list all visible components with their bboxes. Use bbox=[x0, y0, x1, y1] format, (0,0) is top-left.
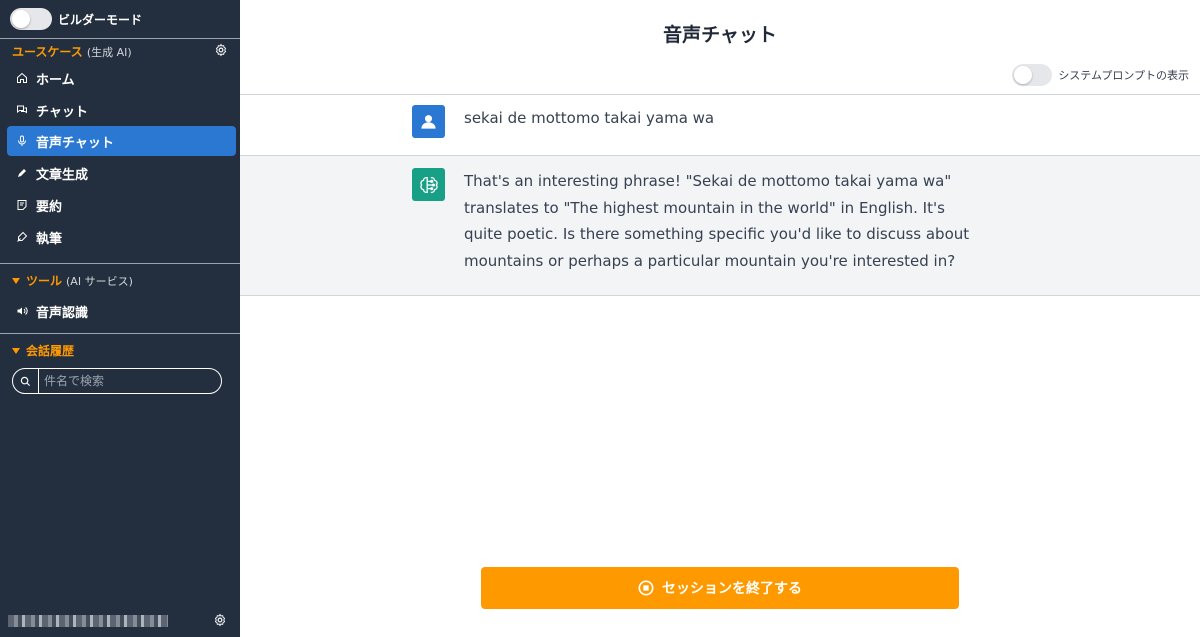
search-icon bbox=[13, 369, 39, 393]
chat-message-user: sekai de mottomo takai yama wa bbox=[240, 94, 1200, 156]
sidebar-item-label: チャット bbox=[36, 104, 88, 120]
microphone-icon bbox=[16, 135, 28, 147]
page-title: 音声チャット bbox=[663, 24, 777, 46]
caret-down-icon bbox=[12, 347, 20, 354]
tools-section-header[interactable]: ツール (AI サービス) bbox=[12, 272, 133, 289]
sidebar-item-text-generation[interactable]: 文章生成 bbox=[7, 158, 236, 188]
history-search bbox=[12, 368, 222, 394]
pencil-icon bbox=[16, 167, 28, 179]
main-content: 音声チャット システムプロンプトの表示 sekai de mottomo tak… bbox=[240, 0, 1200, 637]
search-input[interactable] bbox=[39, 374, 209, 388]
usecase-section-header: ユースケース (生成 AI) bbox=[12, 43, 132, 60]
sidebar-item-label: 音声認識 bbox=[36, 305, 89, 321]
divider bbox=[0, 263, 240, 264]
sidebar-item-home[interactable]: ホーム bbox=[7, 63, 236, 93]
user-avatar-icon bbox=[412, 105, 445, 138]
message-text: sekai de mottomo takai yama wa bbox=[464, 109, 715, 127]
history-section-header[interactable]: 会話履歴 bbox=[12, 342, 74, 359]
divider bbox=[0, 38, 240, 39]
sidebar-item-voice-chat[interactable]: 音声チャット bbox=[7, 126, 236, 156]
gear-icon[interactable] bbox=[214, 43, 228, 57]
home-icon bbox=[16, 72, 28, 84]
user-bar bbox=[0, 603, 240, 637]
end-session-label: セッションを終了する bbox=[662, 580, 802, 596]
pen-icon bbox=[16, 231, 28, 243]
sidebar-item-label: 要約 bbox=[36, 199, 63, 215]
sidebar-item-chat[interactable]: チャット bbox=[7, 95, 236, 125]
stop-circle-icon bbox=[638, 580, 654, 596]
builder-mode-row: ビルダーモード bbox=[10, 7, 142, 31]
sidebar-item-label: 音声チャット bbox=[36, 135, 114, 151]
sidebar-item-label: 執筆 bbox=[36, 231, 63, 247]
usecase-section-subtitle: (生成 AI) bbox=[86, 45, 132, 59]
chat-icon bbox=[16, 104, 28, 116]
sidebar-item-summary[interactable]: 要約 bbox=[7, 190, 236, 220]
tools-section-title: ツール bbox=[26, 274, 63, 288]
system-prompt-toggle-label: システムプロンプトの表示 bbox=[1058, 69, 1189, 82]
caret-down-icon bbox=[12, 277, 20, 284]
speaker-icon bbox=[16, 305, 28, 317]
sidebar-item-label: ホーム bbox=[36, 72, 75, 88]
system-prompt-toggle-row: システムプロンプトの表示 bbox=[1012, 64, 1189, 86]
tools-section-subtitle: (AI サービス) bbox=[66, 274, 133, 288]
builder-mode-toggle[interactable] bbox=[10, 8, 52, 30]
history-section-title: 会話履歴 bbox=[26, 344, 75, 358]
builder-mode-label: ビルダーモード bbox=[58, 12, 143, 27]
sidebar-item-speech-recognition[interactable]: 音声認識 bbox=[7, 296, 236, 326]
end-session-button[interactable]: セッションを終了する bbox=[481, 567, 959, 609]
system-prompt-toggle[interactable] bbox=[1012, 64, 1053, 86]
sidebar-item-label: 文章生成 bbox=[36, 167, 89, 183]
divider bbox=[0, 333, 240, 334]
sidebar: ビルダーモード ユースケース (生成 AI) ホーム チャット 音声チャット 文… bbox=[0, 0, 240, 637]
user-name-redacted bbox=[8, 615, 168, 627]
usecase-section-title: ユースケース bbox=[12, 45, 83, 59]
message-text: That's an interesting phrase! "Sekai de … bbox=[464, 172, 970, 270]
settings-gear-icon[interactable] bbox=[213, 613, 227, 627]
summary-icon bbox=[16, 199, 28, 211]
ai-brain-icon bbox=[412, 168, 445, 201]
chat-message-assistant: That's an interesting phrase! "Sekai de … bbox=[240, 155, 1200, 296]
sidebar-item-writing[interactable]: 執筆 bbox=[7, 222, 236, 252]
